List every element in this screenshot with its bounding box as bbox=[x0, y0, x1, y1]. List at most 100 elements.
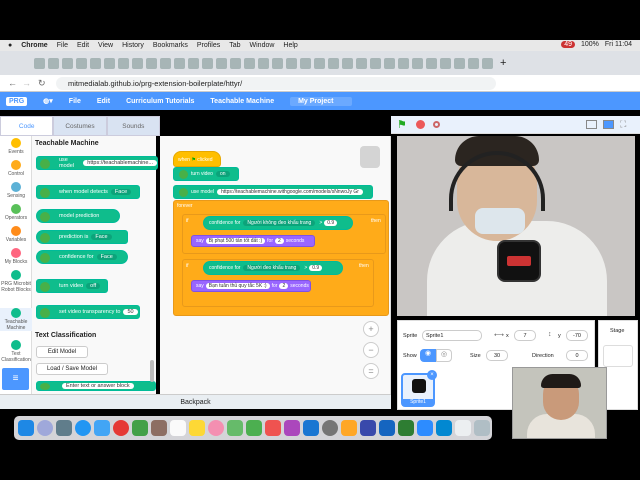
chrome-icon[interactable] bbox=[113, 420, 129, 436]
curriculum-tutorials-menu[interactable]: Curriculum Tutorials bbox=[126, 98, 194, 105]
fullscreen-icon[interactable]: ⛶ bbox=[620, 119, 626, 130]
forward-icon[interactable]: → bbox=[22, 78, 31, 88]
sprite-thumbnail[interactable]: × Sprite1 bbox=[401, 370, 437, 407]
zoom-reset-icon[interactable]: = bbox=[363, 363, 379, 379]
confidence-condition-2[interactable]: confidence for Người đeo khẩu trang >0.9 bbox=[203, 261, 343, 275]
browser-tab[interactable] bbox=[286, 57, 297, 69]
excel-icon[interactable] bbox=[398, 420, 414, 436]
browser-tab[interactable] bbox=[468, 57, 479, 69]
model-prediction-block[interactable]: model prediction bbox=[36, 209, 120, 223]
menu-bookmarks[interactable]: Bookmarks bbox=[153, 42, 188, 49]
messages-icon[interactable] bbox=[227, 420, 243, 436]
menu-help[interactable]: Help bbox=[283, 42, 297, 49]
browser-tab[interactable] bbox=[188, 57, 199, 69]
app-name[interactable]: Chrome bbox=[21, 42, 47, 49]
browser-tab[interactable] bbox=[384, 57, 395, 69]
teams-icon[interactable] bbox=[379, 420, 395, 436]
music-icon[interactable] bbox=[265, 420, 281, 436]
palette-scrollbar[interactable] bbox=[150, 360, 154, 382]
confidence-for-block[interactable]: confidence for Face bbox=[36, 250, 128, 264]
stage-thumbnail[interactable] bbox=[603, 345, 633, 367]
zalo-icon[interactable] bbox=[94, 420, 110, 436]
tab-sounds[interactable]: Sounds bbox=[106, 116, 160, 136]
sprite-robot[interactable] bbox=[497, 240, 541, 282]
set-video-transparency-block[interactable]: set video transparency to 50 bbox=[36, 305, 140, 319]
apple-icon[interactable]: ● bbox=[8, 42, 12, 49]
preview-icon[interactable] bbox=[341, 420, 357, 436]
browser-tab[interactable] bbox=[216, 57, 227, 69]
browser-tab[interactable] bbox=[412, 57, 423, 69]
zoom-app-icon[interactable] bbox=[417, 420, 433, 436]
menu-tab[interactable]: Tab bbox=[229, 42, 240, 49]
direction-input[interactable]: 0 bbox=[566, 350, 588, 361]
calendar-icon[interactable] bbox=[170, 420, 186, 436]
edit-model-button[interactable]: Edit Model bbox=[36, 346, 88, 358]
finder-icon[interactable] bbox=[18, 420, 34, 436]
when-flag-clicked-block[interactable]: when ⚑ clicked bbox=[173, 151, 221, 167]
browser-tab[interactable] bbox=[300, 57, 311, 69]
launchpad-icon[interactable] bbox=[56, 420, 72, 436]
facetime-icon[interactable] bbox=[132, 420, 148, 436]
browser-tab[interactable] bbox=[258, 57, 269, 69]
system-preferences-icon[interactable] bbox=[322, 420, 338, 436]
browser-tab[interactable] bbox=[160, 57, 171, 69]
browser-tab[interactable] bbox=[230, 57, 241, 69]
hide-invisible-icon[interactable]: ◎ bbox=[436, 349, 452, 362]
y-input[interactable]: -70 bbox=[566, 330, 588, 341]
contacts-icon[interactable] bbox=[151, 420, 167, 436]
backpack-bar[interactable]: Backpack bbox=[0, 394, 391, 409]
url-input[interactable]: mitmedialab.github.io/prg-extension-boil… bbox=[56, 77, 496, 90]
browser-tab[interactable] bbox=[314, 57, 325, 69]
forever-block[interactable]: forever if confidence for Người không đeo… bbox=[173, 200, 389, 316]
browser-tab[interactable] bbox=[146, 57, 157, 69]
menu-view[interactable]: View bbox=[98, 42, 113, 49]
browser-tab[interactable] bbox=[426, 57, 437, 69]
browser-tab[interactable] bbox=[202, 57, 213, 69]
category-operators[interactable]: Operators bbox=[0, 204, 32, 221]
category-sensing[interactable]: Sensing bbox=[0, 182, 32, 199]
browser-tab[interactable] bbox=[76, 57, 87, 69]
browser-tab[interactable] bbox=[398, 57, 409, 69]
show-visible-icon[interactable]: ◉ bbox=[420, 349, 436, 362]
category-my-blocks[interactable]: My Blocks bbox=[0, 248, 32, 265]
category-teachable-machine[interactable]: Teachable Machine bbox=[0, 308, 32, 331]
new-tab-icon[interactable]: + bbox=[500, 57, 506, 69]
load-save-model-button[interactable]: Load / Save Model bbox=[36, 363, 108, 375]
browser-tab[interactable] bbox=[132, 57, 143, 69]
notes-icon[interactable] bbox=[189, 420, 205, 436]
turn-video-on-block[interactable]: turn video on bbox=[173, 167, 239, 181]
code-workspace[interactable]: when ⚑ clicked turn video on use model htt… bbox=[160, 136, 391, 394]
browser-tab[interactable] bbox=[482, 57, 493, 69]
confidence-condition-1[interactable]: confidence for Người không đeo khẩu trang… bbox=[203, 216, 353, 230]
menu-window[interactable]: Window bbox=[250, 42, 275, 49]
turbo-indicator-icon[interactable] bbox=[433, 121, 440, 128]
category-text-classification[interactable]: Text Classification bbox=[0, 340, 32, 363]
photos-icon[interactable] bbox=[208, 420, 224, 436]
safari-icon[interactable] bbox=[75, 420, 91, 436]
category-microbit[interactable]: PRG Microbit Robot Blocks bbox=[0, 270, 32, 293]
use-model-block[interactable]: use model https://teachablemachine... bbox=[36, 156, 158, 170]
prediction-is-block[interactable]: prediction is Face bbox=[36, 230, 128, 244]
if-block-1[interactable]: if confidence for Người không đeo khẩu tr… bbox=[182, 214, 386, 254]
browser-tab[interactable] bbox=[34, 57, 45, 69]
back-icon[interactable]: ← bbox=[8, 78, 17, 88]
browser-tab[interactable] bbox=[118, 57, 129, 69]
category-events[interactable]: Events bbox=[0, 138, 32, 155]
when-model-detects-block[interactable]: when model detects Face bbox=[36, 185, 140, 199]
siri-icon[interactable] bbox=[37, 420, 53, 436]
if-block-2[interactable]: if confidence for Người đeo khẩu trang >0.… bbox=[182, 259, 374, 307]
browser-tab[interactable] bbox=[440, 57, 451, 69]
category-control[interactable]: Control bbox=[0, 160, 32, 177]
project-title-input[interactable]: My Project bbox=[290, 96, 353, 106]
use-model-block[interactable]: use model https://teachablemachine.withgo… bbox=[173, 185, 373, 199]
facetime-video-icon[interactable] bbox=[246, 420, 262, 436]
zoom-in-icon[interactable]: + bbox=[363, 321, 379, 337]
browser-tab[interactable] bbox=[272, 57, 283, 69]
large-stage-icon[interactable] bbox=[603, 120, 614, 129]
add-extension-button[interactable]: ≡ bbox=[2, 368, 29, 390]
zoom-out-icon[interactable]: − bbox=[363, 342, 379, 358]
small-stage-icon[interactable] bbox=[586, 120, 597, 129]
size-input[interactable]: 30 bbox=[486, 350, 508, 361]
downloads-icon[interactable] bbox=[455, 420, 471, 436]
reload-icon[interactable]: ↻ bbox=[38, 78, 46, 89]
